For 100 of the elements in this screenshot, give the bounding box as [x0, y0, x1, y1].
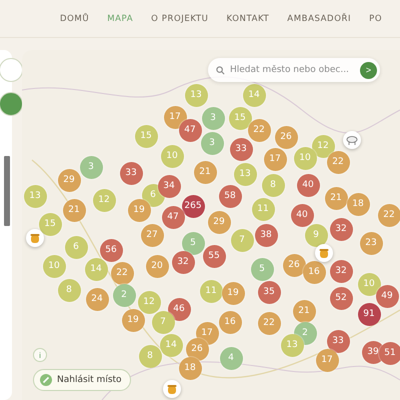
cluster-marker[interactable]: 22: [378, 204, 400, 226]
cluster-marker[interactable]: 13: [24, 184, 46, 208]
cluster-marker[interactable]: 26: [274, 126, 298, 148]
cluster-marker[interactable]: 4: [220, 346, 242, 370]
cluster-marker[interactable]: 23: [360, 232, 382, 254]
cluster-marker[interactable]: 24: [86, 288, 108, 310]
cluster-marker[interactable]: 22: [248, 118, 270, 142]
cluster-marker[interactable]: 35: [258, 280, 280, 304]
cluster-marker[interactable]: 6: [64, 236, 88, 258]
cluster-marker[interactable]: 2: [112, 284, 136, 306]
cluster-marker[interactable]: 32: [330, 260, 352, 282]
cluster-marker[interactable]: 17: [196, 322, 218, 344]
cluster-marker[interactable]: 38: [254, 224, 278, 246]
cluster-marker[interactable]: 13: [184, 84, 208, 106]
cluster-marker[interactable]: 16: [218, 310, 242, 334]
map-pin[interactable]: [315, 244, 333, 262]
cluster-marker[interactable]: 21: [324, 186, 348, 210]
cluster-marker[interactable]: 10: [42, 254, 66, 278]
cluster-marker[interactable]: 19: [222, 282, 244, 304]
map-pin[interactable]: [343, 131, 361, 149]
cluster-marker[interactable]: 51: [378, 342, 400, 364]
cluster-marker[interactable]: 8: [58, 278, 80, 302]
cluster-marker[interactable]: 15: [228, 106, 252, 130]
cluster-marker[interactable]: 40: [290, 204, 314, 226]
cluster-marker[interactable]: 15: [134, 124, 158, 148]
cluster-marker[interactable]: 46: [168, 298, 190, 320]
cluster-marker[interactable]: 47: [162, 206, 184, 228]
cluster-marker[interactable]: 22: [258, 312, 280, 334]
cluster-marker[interactable]: 18: [346, 192, 370, 216]
cluster-marker[interactable]: 18: [178, 356, 202, 380]
map-pin[interactable]: [26, 229, 44, 247]
nav-link[interactable]: PO: [369, 14, 382, 24]
side-button[interactable]: [0, 92, 23, 116]
cluster-marker[interactable]: 33: [230, 138, 252, 160]
cluster-marker[interactable]: 40: [296, 174, 320, 196]
nav-link[interactable]: O PROJEKTU: [151, 14, 208, 24]
cluster-marker[interactable]: 12: [312, 134, 334, 158]
cluster-marker[interactable]: 55: [202, 244, 226, 268]
cluster-marker[interactable]: 7: [230, 228, 254, 252]
cluster-marker[interactable]: 7: [152, 310, 174, 334]
cluster-marker[interactable]: 56: [100, 238, 122, 262]
cluster-marker[interactable]: 58: [218, 184, 242, 208]
cluster-marker[interactable]: 5: [250, 258, 274, 280]
cluster-marker[interactable]: 34: [158, 174, 180, 198]
cluster-marker[interactable]: 21: [62, 198, 86, 222]
cluster-marker[interactable]: 10: [358, 272, 380, 296]
cluster-marker[interactable]: 3: [80, 156, 102, 178]
cluster-marker[interactable]: 22: [110, 262, 134, 284]
cluster-marker[interactable]: 14: [160, 334, 182, 356]
report-place-button[interactable]: Nahlásit místo: [33, 369, 131, 391]
cluster-marker[interactable]: 13: [234, 162, 256, 186]
cluster-marker[interactable]: 15: [38, 212, 62, 236]
cluster-marker[interactable]: 27: [140, 224, 164, 246]
cluster-marker[interactable]: 3: [200, 132, 224, 154]
cluster-marker[interactable]: 33: [326, 330, 350, 352]
cluster-marker[interactable]: 11: [200, 280, 222, 302]
nav-link[interactable]: DOMŮ: [60, 14, 90, 24]
nav-link[interactable]: AMBASADOŘI: [287, 14, 352, 24]
info-button[interactable]: i: [33, 348, 47, 362]
cluster-marker[interactable]: 49: [376, 284, 398, 308]
cluster-marker[interactable]: 10: [160, 144, 184, 168]
cluster-marker[interactable]: 265: [182, 194, 204, 218]
cluster-marker[interactable]: 5: [182, 232, 204, 254]
map-pin[interactable]: [163, 380, 181, 398]
nav-link[interactable]: MAPA: [107, 14, 134, 24]
cluster-marker[interactable]: 21: [194, 160, 216, 184]
search-button[interactable]: >: [360, 62, 377, 78]
cluster-marker[interactable]: 32: [172, 250, 194, 274]
scrollbar[interactable]: [4, 156, 10, 226]
cluster-marker[interactable]: 17: [164, 106, 186, 128]
cluster-marker[interactable]: 47: [178, 118, 202, 142]
cluster-marker[interactable]: 21: [292, 300, 316, 322]
cluster-marker[interactable]: 29: [58, 168, 80, 192]
cluster-marker[interactable]: 26: [282, 254, 306, 276]
cluster-marker[interactable]: 8: [138, 344, 162, 368]
cluster-marker[interactable]: 10: [294, 146, 316, 170]
cluster-marker[interactable]: 91: [358, 302, 380, 326]
cluster-marker[interactable]: 19: [122, 308, 144, 332]
cluster-marker[interactable]: 12: [138, 290, 160, 314]
cluster-marker[interactable]: 14: [84, 258, 108, 280]
cluster-marker[interactable]: 12: [92, 188, 116, 212]
search-field[interactable]: Hledat město nebo obec... >: [208, 58, 380, 82]
cluster-marker[interactable]: 32: [330, 218, 352, 240]
cluster-marker[interactable]: 22: [326, 150, 350, 174]
cluster-marker[interactable]: 19: [128, 198, 150, 222]
cluster-marker[interactable]: 9: [304, 224, 328, 246]
cluster-marker[interactable]: 17: [316, 348, 338, 372]
cluster-marker[interactable]: 33: [120, 162, 142, 184]
cluster-marker[interactable]: 3: [202, 106, 224, 130]
cluster-marker[interactable]: 8: [262, 174, 284, 196]
cluster-marker[interactable]: 20: [146, 254, 168, 278]
cluster-marker[interactable]: 17: [264, 148, 286, 170]
cluster-marker[interactable]: 14: [242, 84, 266, 106]
map[interactable]: [22, 50, 400, 400]
cluster-marker[interactable]: 13: [280, 334, 304, 356]
nav-link[interactable]: KONTAKT: [226, 14, 270, 24]
cluster-marker[interactable]: 29: [208, 210, 230, 234]
cluster-marker[interactable]: 16: [302, 260, 326, 284]
cluster-marker[interactable]: 11: [252, 198, 274, 220]
cluster-marker[interactable]: 52: [330, 286, 352, 310]
